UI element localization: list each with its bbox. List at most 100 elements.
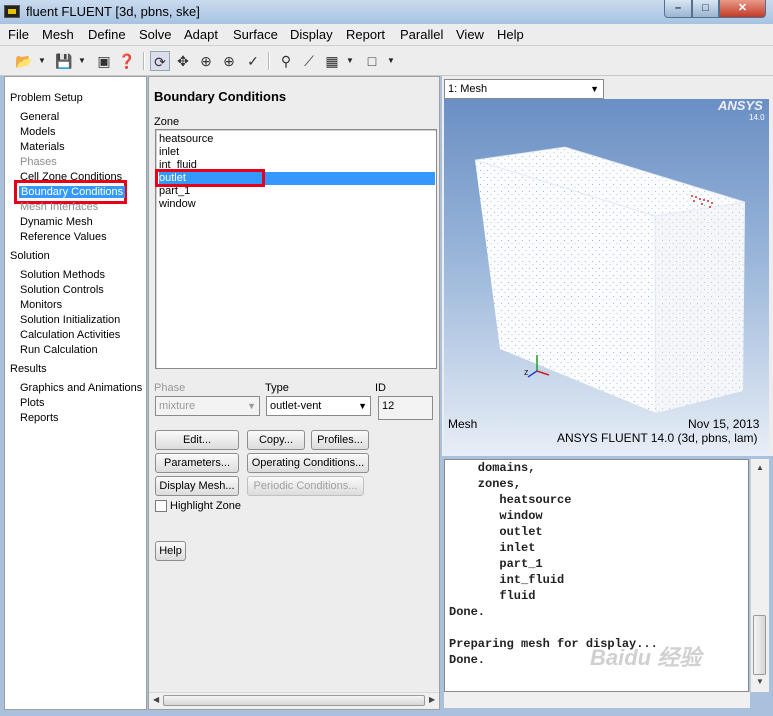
zoom-in-icon[interactable]: ⊕: [196, 51, 216, 71]
tree-item-solution-controls[interactable]: Solution Controls: [20, 284, 104, 296]
menu-help[interactable]: Help: [497, 27, 524, 42]
console-line: outlet: [449, 525, 543, 539]
scroll-left-icon[interactable]: ◀: [153, 695, 159, 704]
chevron-down-icon[interactable]: ▼: [77, 51, 87, 71]
tree-item-phases[interactable]: Phases: [20, 156, 57, 168]
tree-item-plots[interactable]: Plots: [20, 397, 44, 409]
graphics-view-value: 1: Mesh: [448, 83, 488, 95]
menu-solve[interactable]: Solve: [139, 27, 172, 42]
edit-button[interactable]: Edit...: [155, 430, 239, 450]
console-line: int_fluid: [449, 573, 565, 587]
graphics-view-select[interactable]: 1: Mesh ▼: [444, 79, 604, 99]
chevron-down-icon[interactable]: ▼: [358, 397, 367, 415]
menu-define[interactable]: Define: [88, 27, 126, 42]
tree-item-reports[interactable]: Reports: [20, 412, 59, 424]
display-mesh-button[interactable]: Display Mesh...: [155, 476, 239, 496]
menu-view[interactable]: View: [456, 27, 484, 42]
menu-file[interactable]: File: [8, 27, 29, 42]
fluent-app-icon: [4, 5, 20, 18]
help-icon[interactable]: ❓: [117, 51, 137, 71]
phase-select: mixture ▼: [155, 396, 260, 416]
open-folder-icon[interactable]: 📂: [14, 51, 34, 71]
id-label: ID: [375, 382, 386, 394]
menu-mesh[interactable]: Mesh: [42, 27, 74, 42]
tree-item-mesh-interfaces[interactable]: Mesh Interfaces: [20, 201, 98, 213]
boundary-conditions-panel: Boundary Conditions Zone heatsource inle…: [148, 76, 440, 710]
minimize-button[interactable]: –: [664, 0, 692, 18]
window-icon[interactable]: □: [362, 51, 382, 71]
operating-conditions-button[interactable]: Operating Conditions...: [247, 453, 369, 473]
menu-bar: File Mesh Define Solve Adapt Surface Dis…: [0, 24, 773, 46]
tree-item-boundary-conditions[interactable]: Boundary Conditions: [19, 186, 126, 198]
rotate-icon[interactable]: ⟳: [150, 51, 170, 71]
tree-item-reference-values[interactable]: Reference Values: [20, 231, 107, 243]
tree-item-solution-methods[interactable]: Solution Methods: [20, 269, 105, 281]
ansys-logo: ANSYS: [718, 98, 763, 113]
zone-label: Zone: [154, 116, 180, 128]
list-item[interactable]: heatsource: [159, 133, 435, 146]
mesh-render: z: [474, 146, 746, 414]
phase-value: mixture: [159, 400, 196, 412]
chevron-down-icon[interactable]: ▼: [345, 51, 355, 71]
menu-parallel[interactable]: Parallel: [400, 27, 443, 42]
scroll-down-icon[interactable]: ▼: [756, 677, 764, 686]
navigation-tree: Problem Setup General Models Materials P…: [4, 76, 147, 710]
axes-icon[interactable]: ⟋: [299, 51, 319, 71]
tree-item-graphics-and-animations[interactable]: Graphics and Animations: [20, 382, 142, 394]
list-item[interactable]: window: [159, 198, 435, 211]
graphics-viewport[interactable]: z: [444, 99, 769, 456]
toolbar: 📂 ▼ 💾 ▼ ▣ ❓ ⟳ ✥ ⊕ ⊕ ✓ ⚲ ⟋ ▦ ▼ □ ▼: [0, 46, 773, 76]
scroll-right-icon[interactable]: ▶: [429, 695, 435, 704]
scrollbar-thumb[interactable]: [163, 695, 425, 706]
tree-heading-solution[interactable]: Solution: [10, 250, 50, 262]
parameters-button[interactable]: Parameters...: [155, 453, 239, 473]
periodic-conditions-button: Periodic Conditions...: [247, 476, 364, 496]
tree-item-dynamic-mesh[interactable]: Dynamic Mesh: [20, 216, 93, 228]
console-line: Done.: [449, 653, 486, 667]
tree-item-general[interactable]: General: [20, 111, 59, 123]
highlight-zone-checkbox[interactable]: [155, 500, 167, 512]
graphics-version: ANSYS FLUENT 14.0 (3d, pbns, lam): [557, 431, 758, 445]
graphics-caption: Mesh: [448, 417, 478, 431]
scrollbar-thumb[interactable]: [753, 615, 766, 675]
console-line: window: [449, 509, 543, 523]
zoom-fit-icon[interactable]: ⊕: [219, 51, 239, 71]
tree-item-calculation-activities[interactable]: Calculation Activities: [20, 329, 120, 341]
chevron-down-icon[interactable]: ▼: [590, 80, 599, 98]
task-horizontal-scrollbar[interactable]: ◀ ▶: [149, 692, 439, 708]
tree-item-monitors[interactable]: Monitors: [20, 299, 62, 311]
tree-item-run-calculation[interactable]: Run Calculation: [20, 344, 98, 356]
highlight-zone-label: Highlight Zone: [170, 500, 241, 512]
type-select[interactable]: outlet-vent ▼: [266, 396, 371, 416]
menu-display[interactable]: Display: [290, 27, 333, 42]
id-value: 12: [382, 400, 395, 412]
title-bar: fluent FLUENT [3d, pbns, ske] – □ ✕: [0, 0, 773, 24]
save-icon[interactable]: 💾: [54, 51, 74, 71]
id-field: 12: [378, 396, 433, 420]
tree-item-solution-initialization[interactable]: Solution Initialization: [20, 314, 120, 326]
tree-heading-results[interactable]: Results: [10, 363, 47, 375]
camera-icon[interactable]: ▣: [94, 51, 114, 71]
menu-surface[interactable]: Surface: [233, 27, 278, 42]
probe-icon[interactable]: ✓: [243, 51, 263, 71]
profiles-button[interactable]: Profiles...: [311, 430, 369, 450]
list-item[interactable]: inlet: [159, 146, 435, 159]
layout-icon[interactable]: ▦: [322, 51, 342, 71]
tree-item-models[interactable]: Models: [20, 126, 55, 138]
svg-text:z: z: [524, 367, 529, 377]
zone-list[interactable]: heatsource inlet int_fluid outlet part_1…: [155, 129, 437, 369]
copy-button[interactable]: Copy...: [247, 430, 305, 450]
tree-item-materials[interactable]: Materials: [20, 141, 65, 153]
menu-adapt[interactable]: Adapt: [184, 27, 218, 42]
console-horizontal-scrollbar[interactable]: [444, 692, 750, 708]
maximize-button[interactable]: □: [692, 0, 719, 18]
scroll-up-icon[interactable]: ▲: [756, 463, 764, 472]
tree-heading-problem-setup[interactable]: Problem Setup: [10, 92, 83, 104]
help-button[interactable]: Help: [155, 541, 186, 561]
menu-report[interactable]: Report: [346, 27, 385, 42]
magnify-icon[interactable]: ⚲: [276, 51, 296, 71]
close-button[interactable]: ✕: [719, 0, 766, 18]
chevron-down-icon[interactable]: ▼: [37, 51, 47, 71]
translate-icon[interactable]: ✥: [173, 51, 193, 71]
chevron-down-icon[interactable]: ▼: [386, 51, 396, 71]
